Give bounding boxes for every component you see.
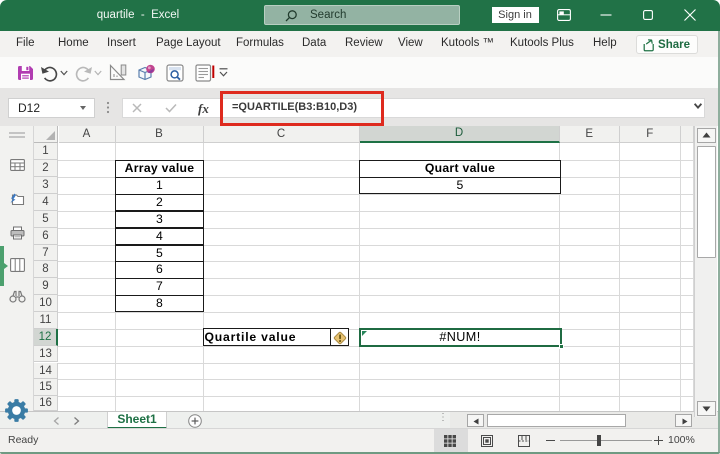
svg-text:fx: fx: [198, 101, 209, 116]
